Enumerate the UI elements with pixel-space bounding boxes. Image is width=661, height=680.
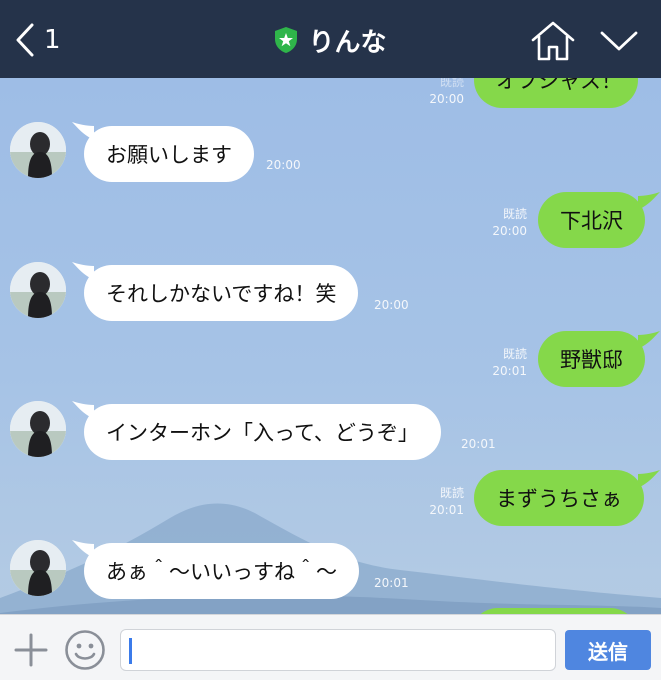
- message-meta: 既読 20:00: [426, 78, 464, 108]
- message-meta: 既読 20:00: [489, 206, 527, 240]
- message-bubble-outgoing[interactable]: まずうちさぁ: [474, 470, 644, 526]
- message-text: まずうちさぁ: [496, 487, 622, 511]
- message-bubble-incoming[interactable]: インターホン「入って、どうぞ」: [84, 404, 441, 460]
- message-bubble-incoming[interactable]: あぁ＾〜いいっすね＾〜: [84, 543, 359, 599]
- bubble-tail: [638, 331, 660, 349]
- chat-header: 1 りんな: [0, 0, 661, 78]
- bubble-tail: [638, 470, 660, 488]
- avatar[interactable]: [10, 122, 66, 178]
- message-text: 下北沢: [560, 209, 623, 233]
- message-time: 20:00: [266, 158, 301, 172]
- smiley-icon[interactable]: [64, 629, 106, 671]
- bubble-tail: [638, 192, 660, 210]
- message-bubble-incoming[interactable]: それしかないですね！笑: [84, 265, 359, 321]
- message-text: それしかないですね！笑: [106, 282, 337, 306]
- message-text: お願いします: [106, 143, 232, 167]
- message-text: オフシャス！: [496, 78, 622, 93]
- message-time: 20:00: [374, 298, 409, 312]
- message-text: 野獣邸: [560, 348, 623, 372]
- verified-shield-icon: [275, 27, 298, 53]
- message-bubble-incoming[interactable]: お願いします: [84, 126, 254, 182]
- plus-icon[interactable]: [14, 633, 48, 667]
- send-button[interactable]: 送信: [565, 630, 651, 670]
- message-bubble-outgoing[interactable]: オフシャス！: [474, 78, 638, 108]
- message-input[interactable]: [120, 629, 556, 671]
- message-bubble-outgoing[interactable]: 野獣邸: [538, 331, 645, 387]
- message-time: 20:01: [492, 364, 527, 378]
- message-time: 20:00: [429, 92, 464, 106]
- message-time: 20:01: [374, 576, 409, 590]
- read-receipt: 既読: [502, 207, 527, 221]
- text-caret: [129, 638, 132, 664]
- chevron-down-icon[interactable]: [598, 24, 640, 58]
- message-time: 20:01: [461, 437, 496, 451]
- message-time: 20:00: [492, 224, 527, 238]
- home-icon[interactable]: [530, 20, 576, 62]
- message-time: 20:01: [429, 503, 464, 517]
- message-text: あぁ＾〜いいっすね＾〜: [106, 560, 337, 584]
- message-meta: 既読 20:01: [489, 346, 527, 380]
- read-receipt: 既読: [439, 78, 464, 89]
- chat-area[interactable]: 既読 20:00 オフシャス！ お願いします 20:00 既読 20:00 下北…: [0, 78, 661, 614]
- avatar[interactable]: [10, 540, 66, 596]
- read-receipt: 既読: [502, 347, 527, 361]
- avatar[interactable]: [10, 401, 66, 457]
- avatar[interactable]: [10, 262, 66, 318]
- chat-title: りんな: [308, 27, 387, 58]
- message-bubble-outgoing[interactable]: 下北沢: [538, 192, 645, 248]
- read-receipt: 既読: [439, 486, 464, 500]
- message-input-bar: 送信: [0, 614, 661, 680]
- message-text: インターホン「入って、どうぞ」: [106, 421, 419, 445]
- message-meta: 既読 20:01: [426, 485, 464, 519]
